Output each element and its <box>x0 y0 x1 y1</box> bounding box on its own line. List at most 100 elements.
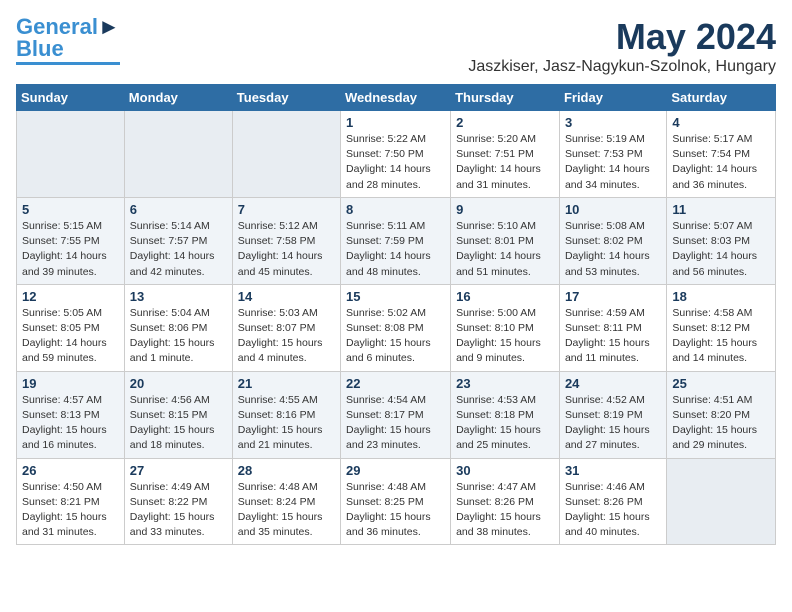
calendar-cell: 14 Sunrise: 5:03 AMSunset: 8:07 PMDayligh… <box>232 284 340 371</box>
day-info: Sunrise: 5:10 AMSunset: 8:01 PMDaylight:… <box>456 219 554 280</box>
day-info: Sunrise: 4:48 AMSunset: 8:25 PMDaylight:… <box>346 480 445 541</box>
calendar-cell: 9 Sunrise: 5:10 AMSunset: 8:01 PMDaylight… <box>451 197 560 284</box>
day-info: Sunrise: 4:50 AMSunset: 8:21 PMDaylight:… <box>22 480 119 541</box>
day-number: 1 <box>346 115 445 130</box>
day-info: Sunrise: 5:19 AMSunset: 7:53 PMDaylight:… <box>565 132 661 193</box>
header-sunday: Sunday <box>17 85 125 111</box>
calendar-cell: 18 Sunrise: 4:58 AMSunset: 8:12 PMDayligh… <box>667 284 776 371</box>
day-info: Sunrise: 5:22 AMSunset: 7:50 PMDaylight:… <box>346 132 445 193</box>
calendar-cell <box>17 111 125 198</box>
day-info: Sunrise: 5:12 AMSunset: 7:58 PMDaylight:… <box>238 219 335 280</box>
day-info: Sunrise: 4:49 AMSunset: 8:22 PMDaylight:… <box>130 480 227 541</box>
day-number: 29 <box>346 463 445 478</box>
day-info: Sunrise: 4:59 AMSunset: 8:11 PMDaylight:… <box>565 306 661 367</box>
day-info: Sunrise: 4:56 AMSunset: 8:15 PMDaylight:… <box>130 393 227 454</box>
location-subtitle: Jaszkiser, Jasz-Nagykun-Szolnok, Hungary <box>468 58 776 76</box>
calendar-cell: 6Sunrise: 5:14 AMSunset: 7:57 PMDaylight… <box>124 197 232 284</box>
calendar-cell: 12 Sunrise: 5:05 AMSunset: 8:05 PMDayligh… <box>17 284 125 371</box>
logo-blue: Blue <box>16 36 64 61</box>
day-info: Sunrise: 4:55 AMSunset: 8:16 PMDaylight:… <box>238 393 335 454</box>
header-tuesday: Tuesday <box>232 85 340 111</box>
page-header: General► Blue May 2024 Jaszkiser, Jasz-N… <box>16 16 776 76</box>
day-number: 16 <box>456 289 554 304</box>
day-info: Sunrise: 4:57 AMSunset: 8:13 PMDaylight:… <box>22 393 119 454</box>
logo: General► Blue <box>16 16 120 65</box>
calendar-week-row: 1 Sunrise: 5:22 AMSunset: 7:50 PMDaylight… <box>17 111 776 198</box>
calendar-week-row: 5Sunrise: 5:15 AMSunset: 7:55 PMDaylight… <box>17 197 776 284</box>
day-number: 28 <box>238 463 335 478</box>
calendar-cell: 19 Sunrise: 4:57 AMSunset: 8:13 PMDayligh… <box>17 371 125 458</box>
day-number: 27 <box>130 463 227 478</box>
weekday-header-row: Sunday Monday Tuesday Wednesday Thursday… <box>17 85 776 111</box>
title-area: May 2024 Jaszkiser, Jasz-Nagykun-Szolnok… <box>468 16 776 76</box>
day-info: Sunrise: 4:58 AMSunset: 8:12 PMDaylight:… <box>672 306 770 367</box>
calendar-cell: 25Sunrise: 4:51 AMSunset: 8:20 PMDayligh… <box>667 371 776 458</box>
day-number: 18 <box>672 289 770 304</box>
calendar-table: Sunday Monday Tuesday Wednesday Thursday… <box>16 84 776 545</box>
day-info: Sunrise: 5:05 AMSunset: 8:05 PMDaylight:… <box>22 306 119 367</box>
day-number: 2 <box>456 115 554 130</box>
day-number: 13 <box>130 289 227 304</box>
day-number: 5 <box>22 202 119 217</box>
day-info: Sunrise: 5:08 AMSunset: 8:02 PMDaylight:… <box>565 219 661 280</box>
header-friday: Friday <box>559 85 666 111</box>
day-info: Sunrise: 4:53 AMSunset: 8:18 PMDaylight:… <box>456 393 554 454</box>
day-info: Sunrise: 5:03 AMSunset: 8:07 PMDaylight:… <box>238 306 335 367</box>
calendar-cell: 7Sunrise: 5:12 AMSunset: 7:58 PMDaylight… <box>232 197 340 284</box>
day-number: 4 <box>672 115 770 130</box>
day-info: Sunrise: 4:54 AMSunset: 8:17 PMDaylight:… <box>346 393 445 454</box>
day-info: Sunrise: 4:48 AMSunset: 8:24 PMDaylight:… <box>238 480 335 541</box>
calendar-cell: 22 Sunrise: 4:54 AMSunset: 8:17 PMDayligh… <box>341 371 451 458</box>
day-number: 14 <box>238 289 335 304</box>
day-number: 8 <box>346 202 445 217</box>
calendar-cell <box>667 458 776 545</box>
header-wednesday: Wednesday <box>341 85 451 111</box>
calendar-cell: 27 Sunrise: 4:49 AMSunset: 8:22 PMDayligh… <box>124 458 232 545</box>
day-info: Sunrise: 4:52 AMSunset: 8:19 PMDaylight:… <box>565 393 661 454</box>
day-number: 15 <box>346 289 445 304</box>
day-number: 22 <box>346 376 445 391</box>
day-info: Sunrise: 5:00 AMSunset: 8:10 PMDaylight:… <box>456 306 554 367</box>
calendar-cell: 31 Sunrise: 4:46 AMSunset: 8:26 PMDayligh… <box>559 458 666 545</box>
day-number: 26 <box>22 463 119 478</box>
header-saturday: Saturday <box>667 85 776 111</box>
calendar-cell: 24Sunrise: 4:52 AMSunset: 8:19 PMDayligh… <box>559 371 666 458</box>
calendar-cell: 26 Sunrise: 4:50 AMSunset: 8:21 PMDayligh… <box>17 458 125 545</box>
calendar-cell: 4 Sunrise: 5:17 AMSunset: 7:54 PMDaylight… <box>667 111 776 198</box>
day-info: Sunrise: 5:17 AMSunset: 7:54 PMDaylight:… <box>672 132 770 193</box>
calendar-cell: 5Sunrise: 5:15 AMSunset: 7:55 PMDaylight… <box>17 197 125 284</box>
day-info: Sunrise: 4:47 AMSunset: 8:26 PMDaylight:… <box>456 480 554 541</box>
day-info: Sunrise: 5:07 AMSunset: 8:03 PMDaylight:… <box>672 219 770 280</box>
day-number: 25 <box>672 376 770 391</box>
calendar-cell: 1 Sunrise: 5:22 AMSunset: 7:50 PMDaylight… <box>341 111 451 198</box>
header-thursday: Thursday <box>451 85 560 111</box>
calendar-cell: 23Sunrise: 4:53 AMSunset: 8:18 PMDayligh… <box>451 371 560 458</box>
logo-underline <box>16 62 120 65</box>
day-number: 31 <box>565 463 661 478</box>
day-info: Sunrise: 5:14 AMSunset: 7:57 PMDaylight:… <box>130 219 227 280</box>
calendar-cell: 28 Sunrise: 4:48 AMSunset: 8:24 PMDayligh… <box>232 458 340 545</box>
calendar-cell <box>232 111 340 198</box>
day-info: Sunrise: 5:20 AMSunset: 7:51 PMDaylight:… <box>456 132 554 193</box>
day-number: 10 <box>565 202 661 217</box>
calendar-week-row: 26 Sunrise: 4:50 AMSunset: 8:21 PMDayligh… <box>17 458 776 545</box>
calendar-cell: 8 Sunrise: 5:11 AMSunset: 7:59 PMDaylight… <box>341 197 451 284</box>
day-number: 30 <box>456 463 554 478</box>
calendar-week-row: 19 Sunrise: 4:57 AMSunset: 8:13 PMDayligh… <box>17 371 776 458</box>
calendar-cell <box>124 111 232 198</box>
calendar-cell: 17Sunrise: 4:59 AMSunset: 8:11 PMDayligh… <box>559 284 666 371</box>
day-info: Sunrise: 5:11 AMSunset: 7:59 PMDaylight:… <box>346 219 445 280</box>
day-info: Sunrise: 4:46 AMSunset: 8:26 PMDaylight:… <box>565 480 661 541</box>
day-number: 20 <box>130 376 227 391</box>
day-number: 19 <box>22 376 119 391</box>
calendar-week-row: 12 Sunrise: 5:05 AMSunset: 8:05 PMDayligh… <box>17 284 776 371</box>
calendar-cell: 29 Sunrise: 4:48 AMSunset: 8:25 PMDayligh… <box>341 458 451 545</box>
header-monday: Monday <box>124 85 232 111</box>
calendar-cell: 15Sunrise: 5:02 AMSunset: 8:08 PMDayligh… <box>341 284 451 371</box>
calendar-cell: 21Sunrise: 4:55 AMSunset: 8:16 PMDayligh… <box>232 371 340 458</box>
day-number: 9 <box>456 202 554 217</box>
calendar-cell: 3 Sunrise: 5:19 AMSunset: 7:53 PMDaylight… <box>559 111 666 198</box>
logo-text: General► Blue <box>16 16 120 60</box>
day-number: 12 <box>22 289 119 304</box>
day-number: 3 <box>565 115 661 130</box>
